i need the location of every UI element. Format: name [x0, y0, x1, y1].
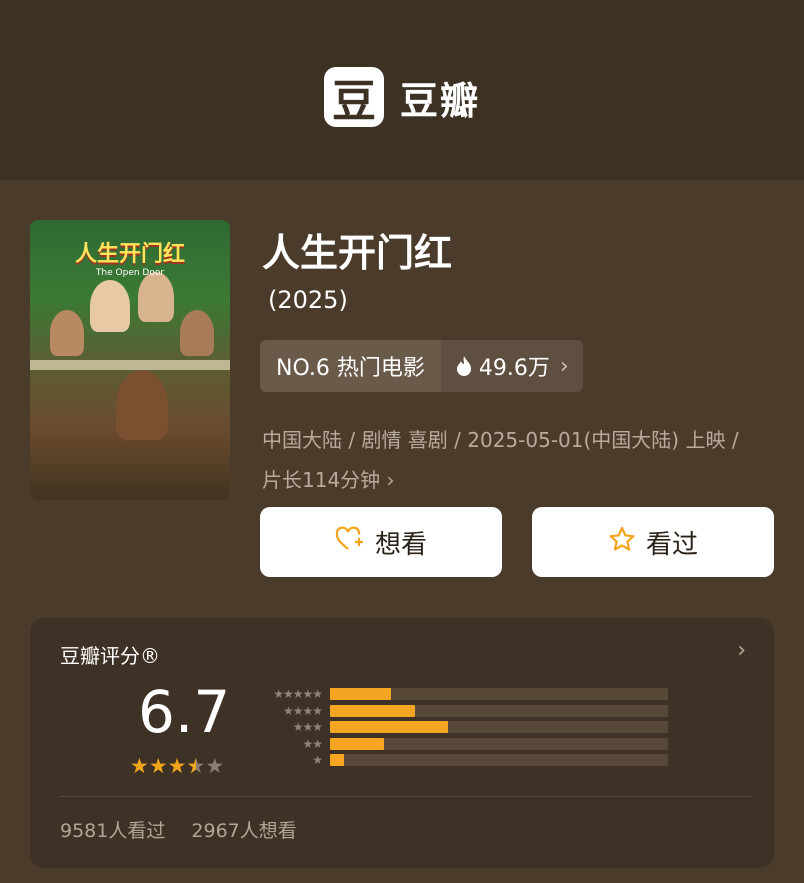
- rating-stars: ★★★★★★: [130, 754, 224, 778]
- hot-count: 49.6万: [478, 356, 550, 381]
- meta-line: 中国大陆 / 剧情 喜剧 / 2025-05-01(中国大陆) 上映 /: [262, 428, 739, 452]
- poster-figure: [180, 310, 214, 356]
- distribution-bar: [330, 721, 449, 734]
- movie-meta[interactable]: 中国大陆 / 剧情 喜剧 / 2025-05-01(中国大陆) 上映 / 片长1…: [262, 420, 792, 500]
- distribution-bar: [330, 754, 344, 767]
- chevron-right-icon: ›: [559, 353, 569, 379]
- distribution-row: ★★: [256, 736, 668, 753]
- star-empty-icon: ★: [205, 754, 225, 778]
- app-header: 豆 豆瓣: [0, 0, 804, 180]
- want-label: 想看: [374, 529, 427, 560]
- distribution-track: [330, 737, 668, 750]
- distribution-stars: ★★★★★: [273, 687, 323, 702]
- star-filled-icon: ★: [130, 754, 149, 778]
- douban-logo[interactable]: 豆 豆瓣: [323, 67, 480, 127]
- hot-count-area: 49.6万 ›: [440, 340, 583, 392]
- distribution-bar: [330, 688, 391, 701]
- poster-figure: [116, 370, 168, 440]
- rating-score: 6.7: [138, 678, 231, 746]
- distribution-stars: ★★★: [292, 720, 323, 735]
- star-half-icon: ★★: [186, 754, 206, 778]
- rating-distribution: ★★★★★ ★★★★ ★★★ ★★ ★: [256, 686, 668, 769]
- distribution-track: [330, 754, 668, 767]
- distribution-bar: [330, 704, 415, 717]
- distribution-stars: ★★★★: [282, 703, 323, 718]
- star-outline-icon: [608, 526, 636, 559]
- poster-title: 人生开门红: [74, 242, 185, 267]
- distribution-row: ★: [256, 752, 668, 769]
- watched-label: 看过: [645, 529, 698, 560]
- ranking-tag[interactable]: NO.6 热门电影 49.6万 ›: [260, 340, 583, 392]
- chevron-right-icon: ›: [386, 468, 395, 492]
- star-filled-icon: ★: [148, 754, 168, 778]
- distribution-track: [330, 721, 668, 734]
- rating-counts: 9581人看过 2967人想看: [60, 816, 297, 843]
- distribution-track: [330, 688, 668, 701]
- distribution-stars: ★: [312, 753, 323, 768]
- movie-poster[interactable]: 人生开门红 The Open Door: [30, 220, 230, 500]
- distribution-bar: [330, 737, 385, 750]
- fire-icon: [456, 356, 471, 376]
- want-count[interactable]: 2967人想看: [191, 820, 296, 842]
- meta-line: 片长114分钟 ›: [262, 460, 792, 500]
- logo-text: 豆瓣: [399, 78, 480, 123]
- distribution-row: ★★★: [256, 719, 668, 736]
- poster-figure: [90, 280, 130, 332]
- star-filled-icon: ★: [167, 754, 187, 778]
- divider: [60, 796, 752, 797]
- movie-title: 人生开门红: [262, 231, 453, 275]
- poster-banner: [30, 360, 230, 370]
- rating-card[interactable]: 豆瓣评分® › 6.7 ★★★★★★ ★★★★★★★★★★★★★★★ 9581人…: [30, 618, 774, 868]
- distribution-stars: ★★: [302, 736, 323, 751]
- rating-title: 豆瓣评分®: [60, 644, 160, 668]
- chevron-right-icon[interactable]: ›: [737, 638, 746, 663]
- distribution-track: [330, 704, 668, 717]
- distribution-row: ★★★★: [256, 703, 668, 720]
- watched-button[interactable]: 看过: [532, 507, 774, 577]
- watched-count[interactable]: 9581人看过: [60, 820, 165, 842]
- distribution-row: ★★★★★: [256, 686, 668, 703]
- logo-mark: 豆: [323, 67, 384, 127]
- star-half-fill: ★: [186, 754, 195, 778]
- want-to-watch-button[interactable]: 想看: [260, 507, 502, 577]
- duration: 片长114分钟: [262, 468, 381, 492]
- heart-plus-icon: [335, 526, 365, 559]
- rank-label: NO.6 热门电影: [260, 340, 441, 392]
- poster-figure: [50, 310, 84, 356]
- poster-subtitle: The Open Door: [95, 268, 165, 278]
- poster-figure: [138, 272, 174, 322]
- movie-year: (2025): [268, 286, 348, 314]
